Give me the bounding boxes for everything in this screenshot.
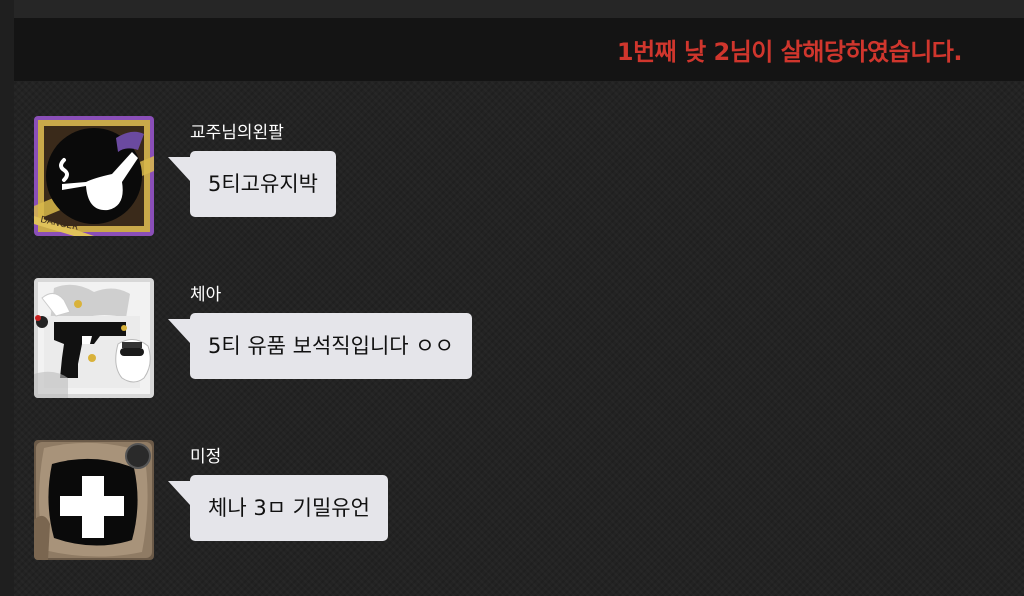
message-username: 체아 [190, 285, 222, 305]
chat-message: 미정 체나 3ㅁ 기밀유언 [34, 440, 934, 565]
message-text: 5티 유품 보석직입니다 ㅇㅇ [208, 334, 454, 358]
message-bubble: 5티 유품 보석직입니다 ㅇㅇ [168, 313, 472, 379]
chat-message: 체아 5티 유품 보석직입니다 ㅇㅇ [34, 278, 934, 403]
top-strip [0, 0, 1024, 18]
avatar[interactable] [34, 278, 154, 398]
medical-cross-icon [34, 440, 154, 560]
message-username: 미정 [190, 447, 222, 467]
pipe-icon: DANGER [34, 116, 154, 236]
message-bubble: 체나 3ㅁ 기밀유언 [168, 475, 388, 541]
gun-ghost-icon [34, 278, 154, 398]
avatar[interactable]: DANGER [34, 116, 154, 236]
message-text: 체나 3ㅁ 기밀유언 [208, 496, 370, 520]
system-notice-bar: 1번째 낮 2님이 살해당하였습니다. [14, 18, 1024, 81]
system-notice-text: 1번째 낮 2님이 살해당하였습니다. [616, 38, 963, 66]
bubble-tail [168, 157, 190, 181]
bubble-tail [168, 319, 190, 343]
message-username: 교주님의왼팔 [190, 123, 284, 143]
message-text: 5티고유지박 [208, 172, 318, 196]
chat-message: DANGER 교주님의왼팔 5티고유지박 [34, 116, 934, 241]
bubble-tail [168, 481, 190, 505]
message-bubble: 5티고유지박 [168, 151, 336, 217]
avatar[interactable] [34, 440, 154, 560]
left-strip [0, 0, 14, 596]
